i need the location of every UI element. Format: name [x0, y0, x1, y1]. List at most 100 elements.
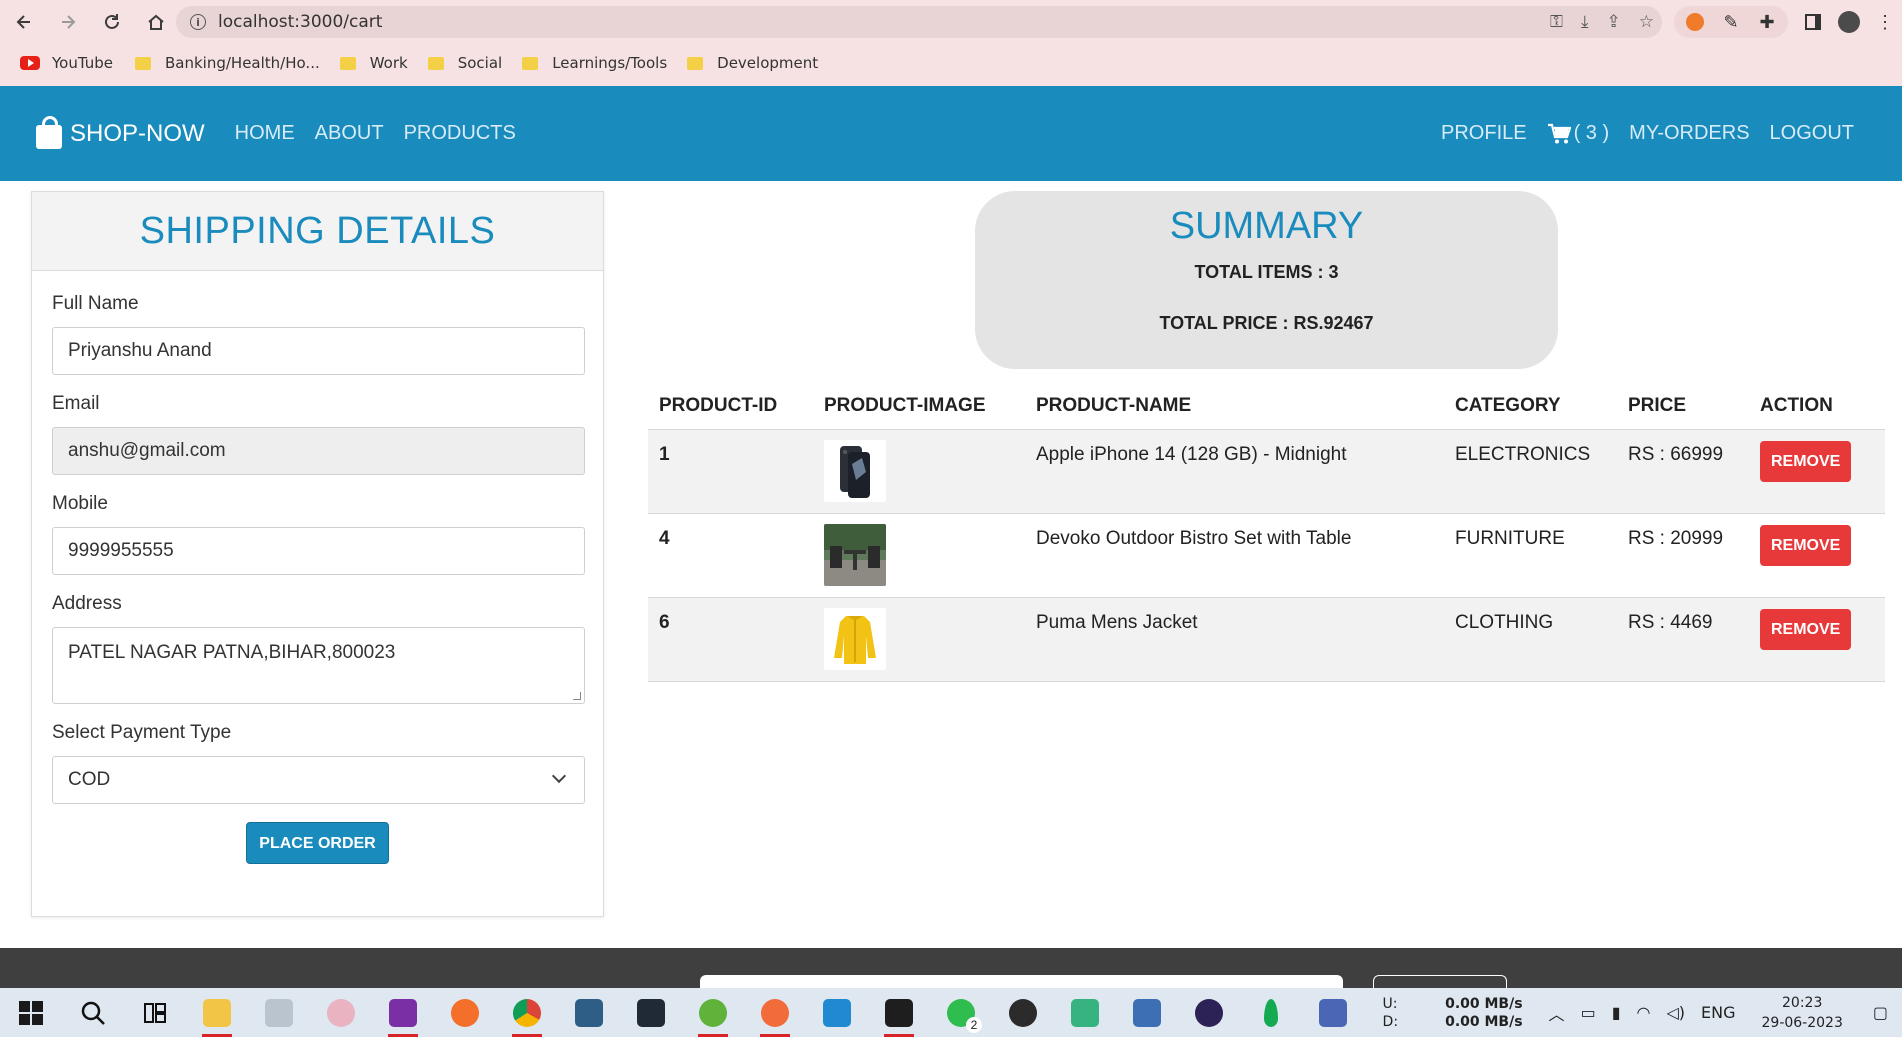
url-text[interactable]: localhost:3000/cart: [218, 12, 382, 32]
app-network-icon[interactable]: [1116, 988, 1178, 1037]
search-icon[interactable]: [62, 988, 124, 1037]
install-icon[interactable]: ⤓: [1581, 12, 1589, 32]
vscode-icon[interactable]: [806, 988, 868, 1037]
product-image-phone: [824, 439, 886, 502]
product-image-jacket: [824, 607, 886, 670]
spring-tool-suite-icon[interactable]: [682, 988, 744, 1037]
reload-icon[interactable]: [92, 2, 132, 42]
product-id: 4: [648, 513, 813, 598]
header-category: CATEGORY: [1444, 383, 1617, 430]
place-order-button[interactable]: PLACE ORDER: [246, 822, 389, 864]
remove-button[interactable]: REMOVE: [1760, 524, 1852, 566]
summary-title: SUMMARY: [1169, 205, 1364, 247]
forward-icon[interactable]: [48, 2, 88, 42]
meet-now-icon[interactable]: ▭: [1581, 1003, 1596, 1022]
full-name-input[interactable]: Priyanshu Anand: [52, 327, 585, 375]
volume-icon[interactable]: ◁): [1666, 1003, 1685, 1022]
address-bar[interactable]: i localhost:3000/cart ⚿ ⤓ ⇪ ☆: [176, 6, 1662, 38]
postman-icon[interactable]: [744, 988, 806, 1037]
remove-button[interactable]: REMOVE: [1760, 440, 1852, 482]
firefox-icon[interactable]: [434, 988, 496, 1037]
brand-link[interactable]: SHOP-NOW: [36, 115, 205, 149]
chevron-up-icon[interactable]: ︿: [1549, 1001, 1565, 1025]
nav-products[interactable]: PRODUCTS: [404, 122, 516, 145]
bookmark-folder-work[interactable]: Work: [339, 54, 408, 72]
bookmark-star-icon[interactable]: ☆: [1639, 12, 1654, 32]
extensions-puzzle-icon[interactable]: ✚: [1756, 11, 1778, 33]
email-input[interactable]: anshu@gmail.com: [52, 427, 585, 475]
bookmark-folder-learnings[interactable]: Learnings/Tools: [522, 54, 667, 72]
header-product-name: PRODUCT-NAME: [1025, 383, 1444, 430]
share-icon[interactable]: ⇪: [1607, 12, 1621, 32]
product-price: RS : 66999: [1617, 429, 1749, 514]
shipping-header: SHIPPING DETAILS: [32, 192, 603, 271]
bookmarks-bar: YouTube Banking/Health/Ho... Work Social…: [0, 48, 818, 78]
onenote-icon[interactable]: [372, 988, 434, 1037]
resize-grip-icon[interactable]: [573, 692, 581, 700]
payment-type-label: Select Payment Type: [52, 722, 232, 743]
language-indicator[interactable]: ENG: [1701, 1003, 1735, 1022]
nav-about[interactable]: ABOUT: [315, 122, 384, 145]
product-name: Apple iPhone 14 (128 GB) - Midnight: [1025, 429, 1444, 514]
home-icon[interactable]: [136, 2, 176, 42]
extension-pen-icon[interactable]: ✎: [1720, 11, 1742, 33]
header-action: ACTION: [1749, 383, 1885, 430]
app-tools-icon[interactable]: [1302, 988, 1364, 1037]
nav-cart[interactable]: ( 3 ): [1547, 122, 1610, 145]
clock[interactable]: 20:23 29-06-2023: [1762, 993, 1843, 1033]
header-price: PRICE: [1617, 383, 1749, 430]
nav-home[interactable]: HOME: [235, 122, 295, 145]
mongodb-icon[interactable]: [1240, 988, 1302, 1037]
footer-button-edge: [1373, 975, 1507, 988]
eclipse-icon[interactable]: [1178, 988, 1240, 1037]
os-taskbar: 2 U: 0.00 MB/s D: 0.00 MB/s ︿ ▭ ▮ ◠ ◁) E…: [0, 988, 1902, 1037]
total-price: TOTAL PRICE : RS.92467: [1159, 313, 1374, 333]
notification-icon[interactable]: ▢: [1873, 1003, 1888, 1022]
terminal-icon[interactable]: [868, 988, 930, 1037]
side-panel-icon[interactable]: [1802, 11, 1824, 33]
app-green-blocks-icon[interactable]: [1054, 988, 1116, 1037]
mysql-cli-icon[interactable]: [620, 988, 682, 1037]
product-category: CLOTHING: [1444, 597, 1617, 682]
extension-orange-icon[interactable]: [1684, 11, 1706, 33]
back-icon[interactable]: [4, 2, 44, 42]
address-textarea[interactable]: PATEL NAGAR PATNA,BIHAR,800023: [52, 627, 585, 704]
mysql-workbench-icon[interactable]: [558, 988, 620, 1037]
mobile-input[interactable]: 9999955555: [52, 527, 585, 575]
profile-avatar-icon[interactable]: [1838, 11, 1860, 33]
photos-app-icon[interactable]: [248, 988, 310, 1037]
wifi-icon[interactable]: ◠: [1637, 1003, 1651, 1022]
product-name: Devoko Outdoor Bistro Set with Table: [1025, 513, 1444, 598]
whatsapp-icon[interactable]: 2: [930, 988, 992, 1037]
payment-type-select[interactable]: COD: [52, 756, 585, 804]
shipping-title: SHIPPING DETAILS: [139, 209, 496, 252]
battery-icon[interactable]: ▮: [1612, 1003, 1621, 1022]
email-label: Email: [52, 393, 100, 414]
bookmark-folder-banking[interactable]: Banking/Health/Ho...: [135, 54, 320, 72]
snipping-tool-icon[interactable]: [310, 988, 372, 1037]
youtube-icon: [20, 56, 40, 70]
browser-chrome: i localhost:3000/cart ⚿ ⤓ ⇪ ☆ ✎ ✚ ⋮ YouT…: [0, 0, 1902, 86]
product-category: ELECTRONICS: [1444, 429, 1617, 514]
nav-my-orders[interactable]: MY-ORDERS: [1629, 122, 1749, 145]
table-row: 1 Apple iPhone 14 (128 GB) - Midnight EL…: [648, 429, 1885, 514]
header-product-image: PRODUCT-IMAGE: [813, 383, 1025, 430]
bookmark-folder-social[interactable]: Social: [427, 54, 502, 72]
cart-count: ( 3 ): [1573, 122, 1610, 144]
bookmark-folder-development[interactable]: Development: [687, 54, 818, 72]
site-info-icon[interactable]: i: [190, 14, 206, 30]
folder-icon: [339, 56, 356, 70]
chrome-icon[interactable]: [496, 988, 558, 1037]
browser-menu-icon[interactable]: ⋮: [1874, 11, 1896, 33]
windows-start-icon[interactable]: [0, 988, 62, 1037]
cart-icon: [1547, 123, 1571, 143]
task-view-icon[interactable]: [124, 988, 186, 1037]
obs-icon[interactable]: [992, 988, 1054, 1037]
file-explorer-icon[interactable]: [186, 988, 248, 1037]
nav-logout[interactable]: LOGOUT: [1770, 122, 1854, 145]
nav-profile[interactable]: PROFILE: [1441, 122, 1527, 145]
remove-button[interactable]: REMOVE: [1760, 608, 1852, 650]
shipping-form: Full Name Priyanshu Anand Email anshu@gm…: [32, 271, 603, 864]
key-icon[interactable]: ⚿: [1550, 12, 1563, 32]
bookmark-youtube[interactable]: YouTube: [20, 54, 113, 72]
